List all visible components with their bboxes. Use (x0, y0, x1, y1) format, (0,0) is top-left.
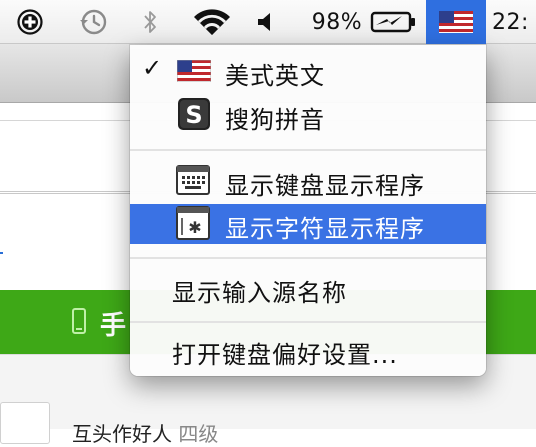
wifi-icon[interactable] (188, 0, 236, 44)
menu-item-us-english[interactable]: ✓ 美式英文 (130, 51, 486, 91)
menu-bar: 98% 22: (0, 0, 536, 44)
menu-item-label: 显示输入源名称 (172, 279, 347, 307)
menu-item-label: 打开键盘偏好设置... (172, 341, 398, 369)
time-machine-icon[interactable] (72, 0, 114, 44)
us-flag-icon (177, 60, 211, 82)
clock[interactable]: 22: (492, 0, 536, 44)
battery-percent: 98% (311, 9, 363, 35)
menu-item-sogou-pinyin[interactable]: S 搜狗拼音 (130, 95, 486, 135)
add-circle-icon[interactable] (10, 0, 50, 44)
battery-charging-icon[interactable] (368, 0, 420, 44)
checkmark-icon: ✓ (142, 54, 163, 82)
background-lower-text: 互头作好人 四级 (72, 422, 219, 446)
menu-item-label: 显示字符显示程序 (225, 215, 425, 243)
menu-separator (130, 321, 486, 323)
volume-icon[interactable] (250, 0, 280, 44)
green-bar-text: 手 (100, 311, 127, 341)
phone-icon (72, 308, 86, 334)
menu-separator (130, 149, 486, 151)
avatar (0, 402, 50, 444)
svg-text:S: S (185, 101, 202, 129)
menu-item-character-viewer[interactable]: ✱ 显示字符显示程序 (130, 204, 486, 244)
character-viewer-icon: ✱ (176, 206, 210, 240)
keyboard-viewer-icon (176, 165, 210, 195)
menu-item-keyboard-viewer[interactable]: 显示键盘显示程序 (130, 161, 486, 201)
menu-separator (130, 257, 486, 259)
menu-item-show-input-source-name[interactable]: 显示输入源名称 (130, 268, 486, 308)
background-link-mark (0, 252, 3, 254)
svg-text:✱: ✱ (188, 218, 201, 237)
menu-item-label: 显示键盘显示程序 (225, 172, 425, 200)
menu-item-label: 美式英文 (225, 62, 325, 90)
bluetooth-icon[interactable] (136, 0, 164, 44)
input-source-flag-icon[interactable] (426, 0, 486, 44)
input-source-menu: ✓ 美式英文 S 搜狗拼音 显示键盘显示程序 ✱ 显示字符显示程序 显示输入源名… (130, 45, 486, 376)
sogou-s-icon: S (178, 98, 210, 130)
menu-item-open-keyboard-preferences[interactable]: 打开键盘偏好设置... (130, 330, 486, 370)
menu-item-label: 搜狗拼音 (225, 106, 325, 134)
